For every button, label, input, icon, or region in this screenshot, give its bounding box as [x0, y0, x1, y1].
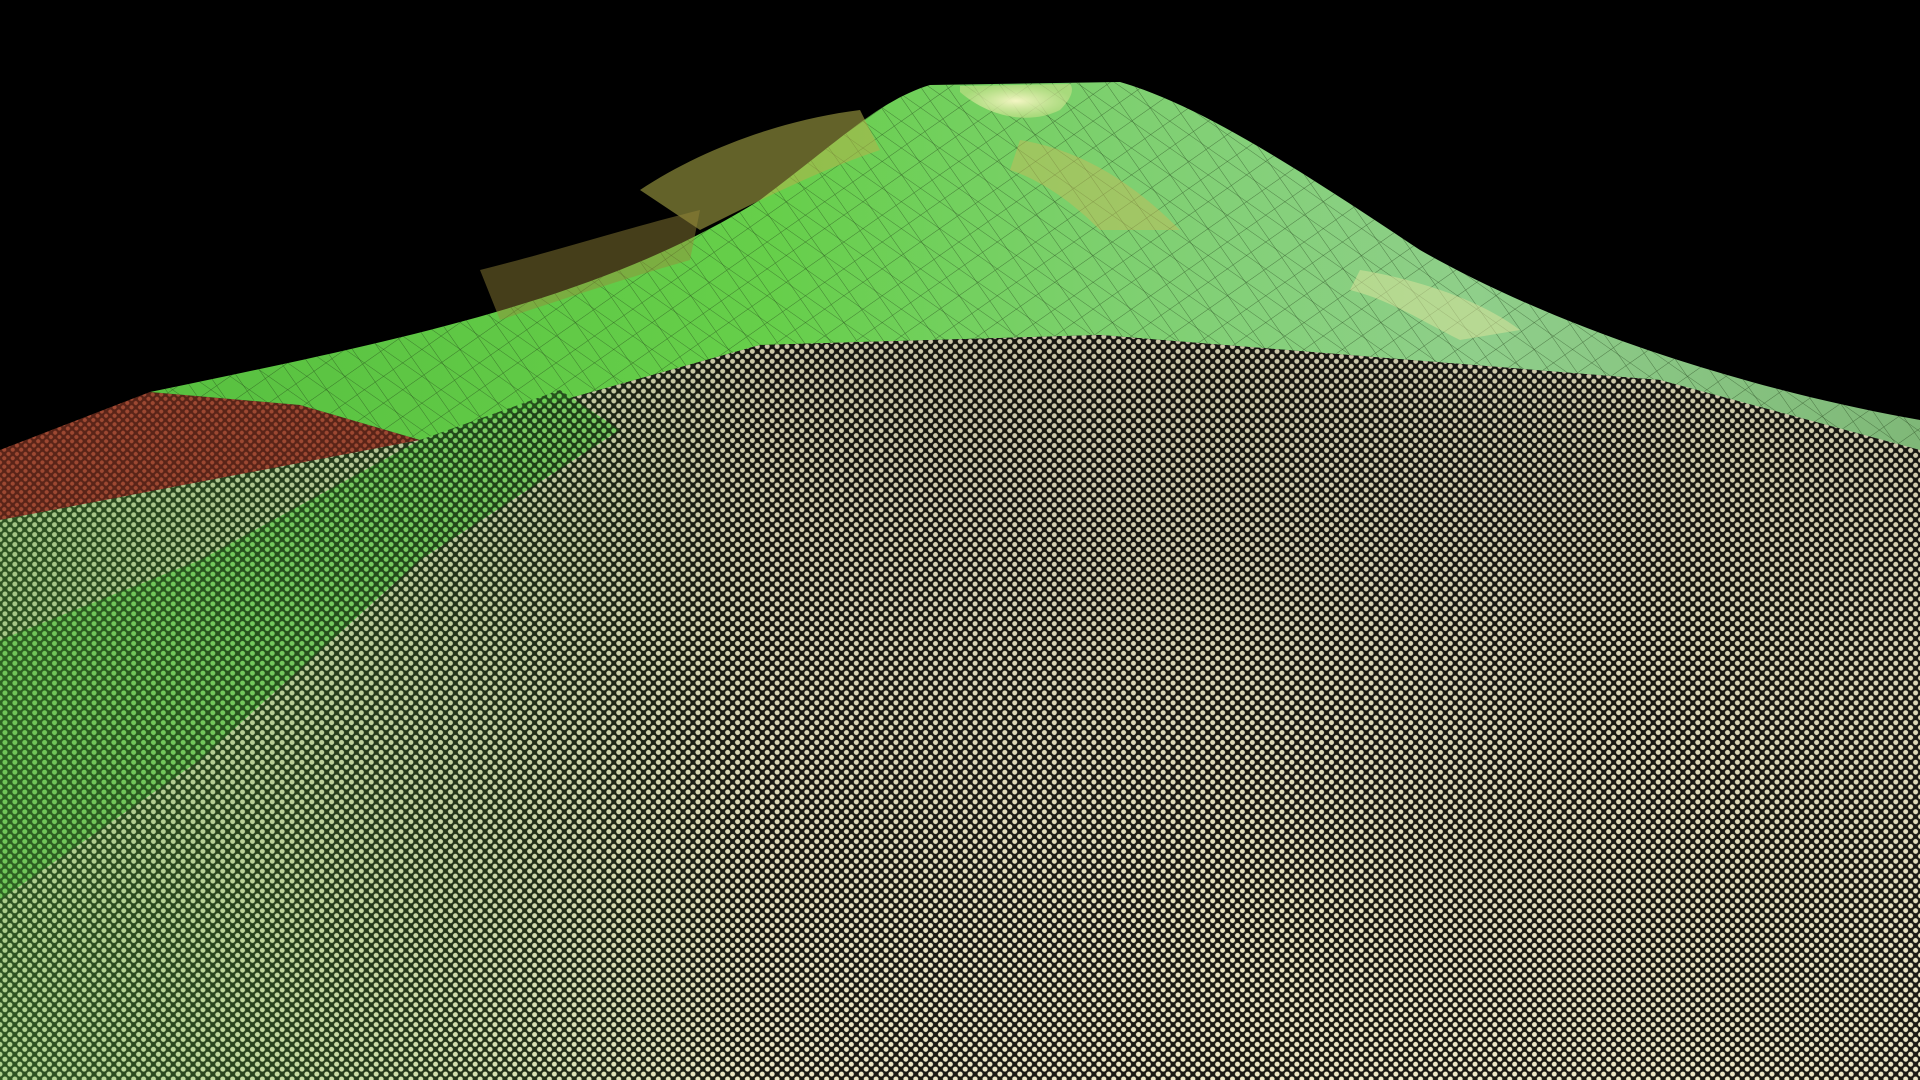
terrain-render — [0, 0, 1920, 1080]
